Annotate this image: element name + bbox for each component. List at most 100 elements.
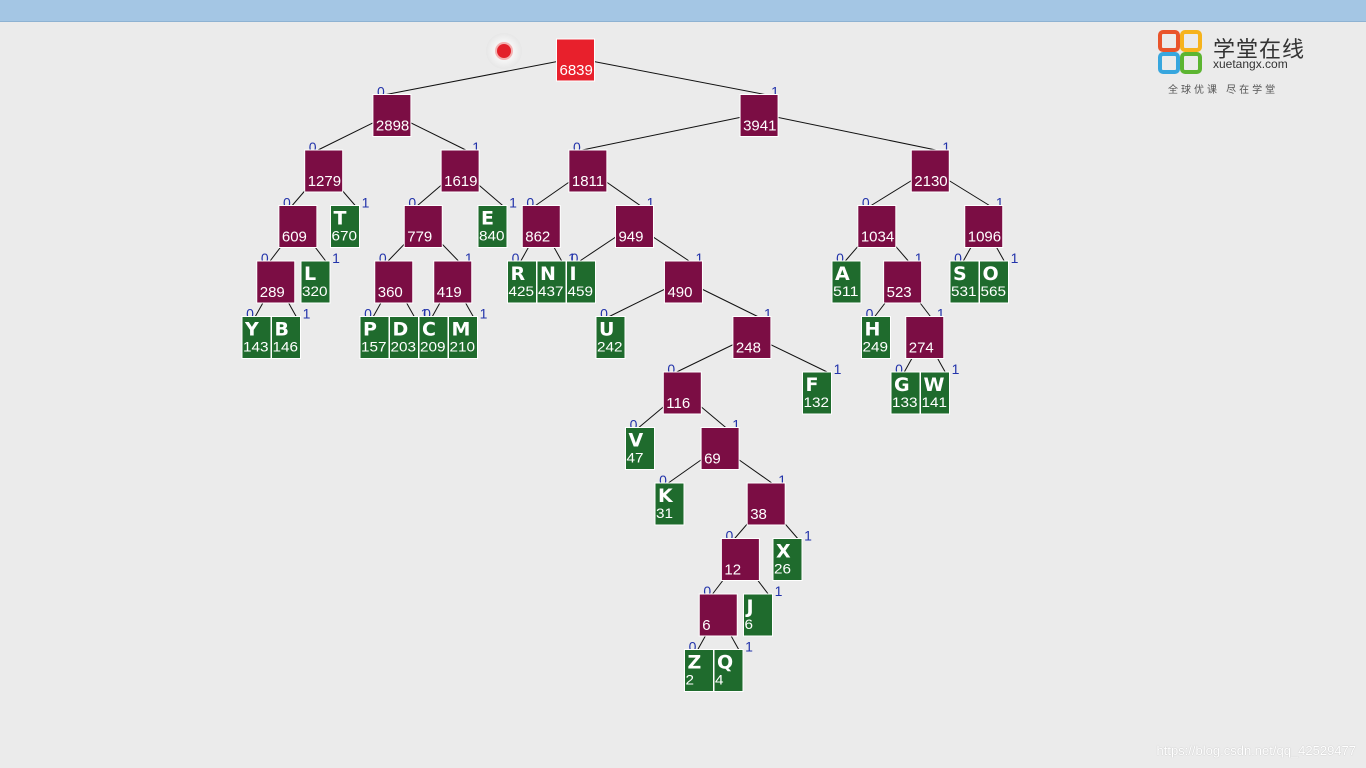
- leaf-node-J: J6: [743, 593, 773, 637]
- leaf-node-C: C209: [418, 316, 449, 359]
- edge-bit-one: 1: [834, 361, 842, 377]
- edge-bit-one: 1: [362, 195, 370, 211]
- leaf-weight: 132: [804, 394, 830, 410]
- node-weight: 3941: [743, 118, 776, 135]
- leaf-node-V: V47: [625, 427, 655, 470]
- leaf-char: J: [745, 596, 754, 618]
- internal-node: 1619: [440, 149, 480, 193]
- leaf-node-Q: Q4: [713, 649, 744, 692]
- node-weight: 69: [704, 451, 721, 468]
- internal-node: 419: [433, 260, 473, 304]
- edge-bit-one: 1: [804, 528, 812, 544]
- node-weight: 12: [724, 562, 741, 579]
- leaf-char: Z: [688, 652, 702, 674]
- leaf-node-S: S531: [949, 260, 980, 304]
- leaf-node-G: G133: [890, 371, 921, 415]
- leaf-weight: 157: [361, 339, 387, 355]
- internal-node: 69: [700, 427, 740, 470]
- leaf-weight: 26: [774, 561, 791, 577]
- leaf-char: O: [983, 263, 999, 285]
- leaf-char: D: [393, 319, 409, 341]
- edge-bit-one: 1: [1011, 250, 1019, 266]
- leaf-node-F: F132: [802, 371, 832, 415]
- leaf-weight: 320: [302, 283, 328, 299]
- leaf-char: X: [776, 541, 791, 563]
- leaf-weight: 459: [568, 283, 594, 299]
- leaf-char: G: [894, 374, 910, 396]
- leaf-char: H: [865, 319, 881, 341]
- node-weight: 1279: [308, 173, 341, 190]
- leaf-weight: 511: [833, 283, 859, 299]
- node-weight: 2898: [376, 118, 409, 135]
- internal-node: 779: [403, 205, 443, 248]
- internal-node: 38: [746, 482, 786, 526]
- edge-bit-one: 1: [480, 306, 488, 322]
- leaf-char: E: [481, 208, 494, 230]
- node-weight: 1034: [861, 229, 894, 246]
- leaf-char: B: [275, 319, 289, 341]
- internal-node: 116: [662, 371, 702, 415]
- leaf-node-E: E840: [477, 205, 508, 248]
- leaf-weight: 242: [597, 339, 623, 355]
- leaf-char: K: [658, 485, 674, 507]
- node-weight: 949: [618, 229, 643, 246]
- node-weight: 2130: [914, 173, 947, 190]
- huffman-tree: 00000Y1431B1462891L3206091T67012791000P1…: [241, 38, 1019, 692]
- node-weight: 1619: [444, 173, 477, 190]
- leaf-node-D: D203: [389, 316, 419, 359]
- leaf-node-X: X26: [772, 538, 803, 581]
- leaf-weight: 141: [922, 394, 948, 410]
- leaf-char: T: [334, 208, 347, 230]
- leaf-node-B: B146: [271, 316, 301, 359]
- internal-node: 862: [521, 205, 561, 248]
- leaf-char: A: [835, 263, 850, 285]
- leaf-weight: 437: [538, 283, 564, 299]
- leaf-node-I: I459: [566, 260, 596, 304]
- leaf-char: M: [452, 319, 471, 341]
- logo-squares-icon: [1158, 30, 1202, 74]
- node-weight: 6839: [559, 62, 592, 79]
- leaf-weight: 146: [273, 339, 299, 355]
- leaf-node-N: N437: [536, 260, 567, 304]
- leaf-weight: 670: [332, 228, 358, 244]
- tree-edge: [758, 113, 937, 151]
- tree-edge: [582, 113, 760, 151]
- node-weight: 1096: [968, 229, 1001, 246]
- edge-bit-one: 1: [509, 195, 517, 211]
- internal-node: 1034: [857, 205, 897, 248]
- leaf-node-H: H249: [861, 316, 891, 359]
- leaf-weight: 840: [479, 228, 505, 244]
- internal-node: 2130: [910, 149, 950, 193]
- leaf-char: Q: [717, 652, 733, 674]
- leaf-char: U: [599, 319, 614, 341]
- leaf-weight: 143: [243, 339, 269, 355]
- internal-node: 1096: [964, 205, 1004, 248]
- leaf-weight: 6: [745, 616, 754, 632]
- leaf-char: L: [304, 263, 316, 285]
- internal-node: 1811: [568, 149, 608, 193]
- leaf-node-A: A511: [831, 260, 862, 304]
- node-weight: 248: [736, 340, 761, 357]
- leaf-node-L: L320: [300, 260, 331, 304]
- leaf-weight: 565: [981, 283, 1007, 299]
- edge-bit-one: 1: [775, 583, 783, 599]
- internal-node: 949: [614, 205, 654, 248]
- tree-edge: [575, 57, 765, 95]
- leaf-weight: 249: [863, 339, 889, 355]
- node-weight: 360: [378, 284, 403, 301]
- leaf-char: Y: [244, 319, 259, 341]
- leaf-node-U: U242: [595, 316, 626, 359]
- leaf-weight: 31: [656, 505, 673, 521]
- leaf-char: V: [629, 430, 644, 452]
- leaf-weight: 2: [686, 672, 695, 688]
- leaf-char: W: [924, 374, 945, 396]
- leaf-weight: 531: [951, 283, 977, 299]
- leaf-weight: 47: [627, 450, 644, 466]
- leaf-char: S: [953, 263, 967, 285]
- leaf-char: I: [570, 263, 577, 285]
- leaf-char: R: [511, 263, 526, 285]
- leaf-node-K: K31: [654, 482, 685, 526]
- leaf-weight: 210: [450, 339, 476, 355]
- leaf-node-T: T670: [330, 205, 360, 248]
- edge-bit-one: 1: [952, 361, 960, 377]
